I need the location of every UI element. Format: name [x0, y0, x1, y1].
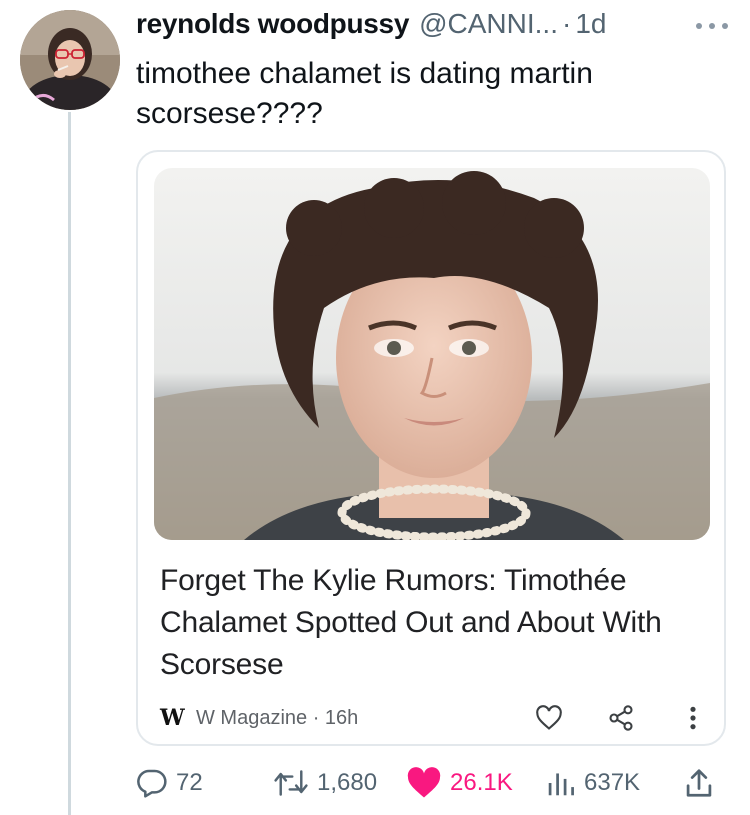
reply-button[interactable]: 72 [136, 768, 203, 798]
views-count: 637K [584, 769, 641, 796]
share-icon [686, 769, 712, 797]
tweet-header: reynolds woodpussy @CANNI... · 1d [136, 8, 676, 48]
retweet-button[interactable]: 1,680 [273, 768, 377, 798]
display-name[interactable]: reynolds woodpussy [136, 8, 409, 40]
like-count: 26.1K [450, 769, 513, 796]
card-heart-icon[interactable] [534, 703, 564, 733]
card-footer: W W Magazine · 16h [160, 700, 708, 736]
share-button[interactable] [684, 768, 722, 798]
card-share-icon[interactable] [606, 703, 636, 733]
retweet-count: 1,680 [317, 769, 378, 796]
views-icon [548, 773, 574, 796]
card-actions [534, 703, 708, 733]
avatar[interactable] [20, 10, 120, 110]
views-button[interactable]: 637K [546, 768, 640, 798]
card-more-icon[interactable] [678, 703, 708, 733]
timestamp[interactable]: 1d [575, 8, 606, 40]
retweet-icon [274, 770, 308, 796]
tweet-text: timothee chalamet is dating martin scors… [136, 57, 593, 130]
link-card[interactable]: Forget The Kylie Rumors: Timothée Chalam… [136, 150, 726, 746]
reply-icon [137, 769, 167, 798]
heart-icon [407, 767, 441, 798]
user-handle[interactable]: @CANNI... [419, 8, 558, 40]
card-image[interactable] [154, 168, 710, 540]
card-source: W Magazine · 16h [196, 706, 359, 729]
action-bar: 72 1,680 26.1K 637K [136, 760, 730, 806]
w-magazine-logo: W [160, 705, 185, 731]
avatar-image [20, 10, 120, 110]
card-title[interactable]: Forget The Kylie Rumors: Timothée Chalam… [160, 560, 700, 686]
separator-dot: · [562, 8, 572, 39]
more-icon[interactable] [692, 16, 732, 36]
like-button[interactable]: 26.1K [406, 767, 513, 799]
reply-count: 72 [176, 769, 203, 796]
thread-line [68, 112, 71, 815]
